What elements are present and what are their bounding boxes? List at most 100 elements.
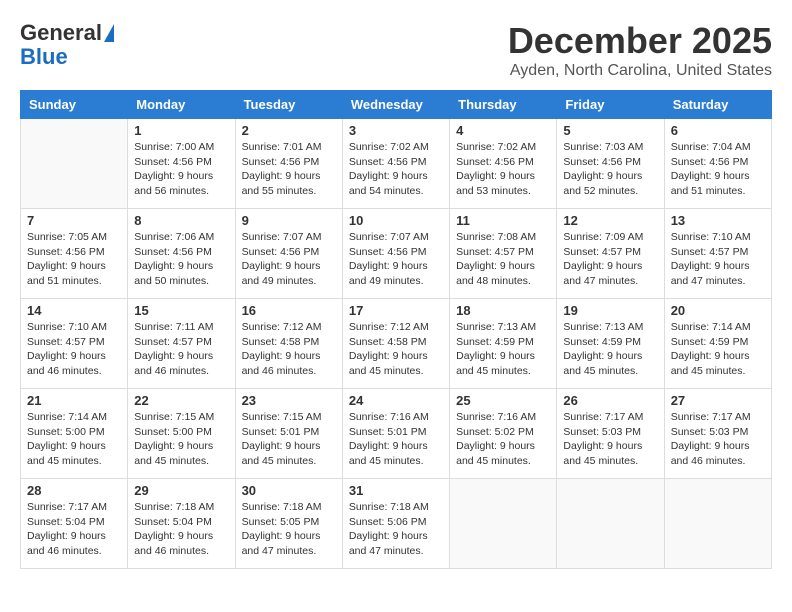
calendar-cell: 15 Sunrise: 7:11 AMSunset: 4:57 PMDayligh…	[128, 299, 235, 389]
calendar-cell: 16 Sunrise: 7:12 AMSunset: 4:58 PMDayligh…	[235, 299, 342, 389]
day-info: Sunrise: 7:03 AMSunset: 4:56 PMDaylight:…	[563, 140, 657, 199]
calendar-cell	[21, 119, 128, 209]
day-info: Sunrise: 7:16 AMSunset: 5:02 PMDaylight:…	[456, 410, 550, 469]
day-number: 2	[242, 123, 336, 138]
calendar-cell: 27 Sunrise: 7:17 AMSunset: 5:03 PMDayligh…	[664, 389, 771, 479]
day-info: Sunrise: 7:12 AMSunset: 4:58 PMDaylight:…	[242, 320, 336, 379]
day-info: Sunrise: 7:06 AMSunset: 4:56 PMDaylight:…	[134, 230, 228, 289]
calendar-cell: 10 Sunrise: 7:07 AMSunset: 4:56 PMDayligh…	[342, 209, 449, 299]
day-info: Sunrise: 7:16 AMSunset: 5:01 PMDaylight:…	[349, 410, 443, 469]
calendar-cell: 21Sunrise: 7:14 AMSunset: 5:00 PMDayligh…	[21, 389, 128, 479]
day-number: 27	[671, 393, 765, 408]
day-info: Sunrise: 7:10 AMSunset: 4:57 PMDaylight:…	[671, 230, 765, 289]
calendar-header-thursday: Thursday	[450, 91, 557, 119]
day-info: Sunrise: 7:17 AMSunset: 5:03 PMDaylight:…	[563, 410, 657, 469]
day-number: 11	[456, 213, 550, 228]
calendar-cell: 26Sunrise: 7:17 AMSunset: 5:03 PMDayligh…	[557, 389, 664, 479]
day-info: Sunrise: 7:10 AMSunset: 4:57 PMDaylight:…	[27, 320, 121, 379]
day-info: Sunrise: 7:13 AMSunset: 4:59 PMDaylight:…	[563, 320, 657, 379]
calendar-cell: 8 Sunrise: 7:06 AMSunset: 4:56 PMDaylight…	[128, 209, 235, 299]
day-info: Sunrise: 7:01 AMSunset: 4:56 PMDaylight:…	[242, 140, 336, 199]
logo: General Blue	[20, 20, 114, 68]
day-number: 6	[671, 123, 765, 138]
calendar-cell	[450, 479, 557, 569]
calendar-header-saturday: Saturday	[664, 91, 771, 119]
calendar-cell: 24 Sunrise: 7:16 AMSunset: 5:01 PMDayligh…	[342, 389, 449, 479]
day-info: Sunrise: 7:15 AMSunset: 5:00 PMDaylight:…	[134, 410, 228, 469]
day-info: Sunrise: 7:00 AMSunset: 4:56 PMDaylight:…	[134, 140, 228, 199]
day-number: 12	[563, 213, 657, 228]
logo-triangle-icon	[104, 24, 114, 42]
calendar-cell: 7 Sunrise: 7:05 AMSunset: 4:56 PMDaylight…	[21, 209, 128, 299]
day-number: 24	[349, 393, 443, 408]
day-number: 17	[349, 303, 443, 318]
day-info: Sunrise: 7:18 AMSunset: 5:06 PMDaylight:…	[349, 500, 443, 559]
calendar-cell: 29Sunrise: 7:18 AMSunset: 5:04 PMDayligh…	[128, 479, 235, 569]
day-number: 5	[563, 123, 657, 138]
calendar-header-sunday: Sunday	[21, 91, 128, 119]
day-info: Sunrise: 7:18 AMSunset: 5:05 PMDaylight:…	[242, 500, 336, 559]
calendar-header-friday: Friday	[557, 91, 664, 119]
day-number: 10	[349, 213, 443, 228]
day-info: Sunrise: 7:02 AMSunset: 4:56 PMDaylight:…	[349, 140, 443, 199]
day-info: Sunrise: 7:15 AMSunset: 5:01 PMDaylight:…	[242, 410, 336, 469]
day-number: 16	[242, 303, 336, 318]
title-section: December 2025 Ayden, North Carolina, Uni…	[508, 20, 772, 80]
day-info: Sunrise: 7:09 AMSunset: 4:57 PMDaylight:…	[563, 230, 657, 289]
calendar-cell: 23 Sunrise: 7:15 AMSunset: 5:01 PMDayligh…	[235, 389, 342, 479]
calendar-cell: 20Sunrise: 7:14 AMSunset: 4:59 PMDayligh…	[664, 299, 771, 389]
calendar-cell: 5 Sunrise: 7:03 AMSunset: 4:56 PMDaylight…	[557, 119, 664, 209]
calendar-table: SundayMondayTuesdayWednesdayThursdayFrid…	[20, 90, 772, 569]
calendar-cell: 28Sunrise: 7:17 AMSunset: 5:04 PMDayligh…	[21, 479, 128, 569]
day-number: 19	[563, 303, 657, 318]
calendar-cell: 3Sunrise: 7:02 AMSunset: 4:56 PMDaylight…	[342, 119, 449, 209]
day-info: Sunrise: 7:05 AMSunset: 4:56 PMDaylight:…	[27, 230, 121, 289]
logo-general-text: General	[20, 20, 102, 46]
location-text: Ayden, North Carolina, United States	[508, 62, 772, 80]
calendar-cell: 11 Sunrise: 7:08 AMSunset: 4:57 PMDayligh…	[450, 209, 557, 299]
day-info: Sunrise: 7:17 AMSunset: 5:03 PMDaylight:…	[671, 410, 765, 469]
day-info: Sunrise: 7:12 AMSunset: 4:58 PMDaylight:…	[349, 320, 443, 379]
calendar-cell	[557, 479, 664, 569]
day-info: Sunrise: 7:07 AMSunset: 4:56 PMDaylight:…	[349, 230, 443, 289]
month-title: December 2025	[508, 20, 772, 62]
day-number: 31	[349, 483, 443, 498]
day-info: Sunrise: 7:07 AMSunset: 4:56 PMDaylight:…	[242, 230, 336, 289]
calendar-cell: 2 Sunrise: 7:01 AMSunset: 4:56 PMDaylight…	[235, 119, 342, 209]
day-info: Sunrise: 7:08 AMSunset: 4:57 PMDaylight:…	[456, 230, 550, 289]
calendar-cell: 1 Sunrise: 7:00 AMSunset: 4:56 PMDaylight…	[128, 119, 235, 209]
day-number: 15	[134, 303, 228, 318]
calendar-cell: 14 Sunrise: 7:10 AMSunset: 4:57 PMDayligh…	[21, 299, 128, 389]
calendar-cell: 4Sunrise: 7:02 AMSunset: 4:56 PMDaylight…	[450, 119, 557, 209]
day-number: 14	[27, 303, 121, 318]
calendar-week-row: 28Sunrise: 7:17 AMSunset: 5:04 PMDayligh…	[21, 479, 772, 569]
logo-blue-text: Blue	[20, 46, 68, 68]
day-info: Sunrise: 7:14 AMSunset: 4:59 PMDaylight:…	[671, 320, 765, 379]
day-info: Sunrise: 7:18 AMSunset: 5:04 PMDaylight:…	[134, 500, 228, 559]
calendar-cell: 25 Sunrise: 7:16 AMSunset: 5:02 PMDayligh…	[450, 389, 557, 479]
day-number: 25	[456, 393, 550, 408]
calendar-header-monday: Monday	[128, 91, 235, 119]
day-number: 18	[456, 303, 550, 318]
page-header: General Blue December 2025 Ayden, North …	[20, 20, 772, 80]
day-number: 23	[242, 393, 336, 408]
day-info: Sunrise: 7:11 AMSunset: 4:57 PMDaylight:…	[134, 320, 228, 379]
calendar-week-row: 7 Sunrise: 7:05 AMSunset: 4:56 PMDaylight…	[21, 209, 772, 299]
day-number: 13	[671, 213, 765, 228]
calendar-cell: 31 Sunrise: 7:18 AMSunset: 5:06 PMDayligh…	[342, 479, 449, 569]
calendar-header-row: SundayMondayTuesdayWednesdayThursdayFrid…	[21, 91, 772, 119]
calendar-cell: 30 Sunrise: 7:18 AMSunset: 5:05 PMDayligh…	[235, 479, 342, 569]
day-info: Sunrise: 7:13 AMSunset: 4:59 PMDaylight:…	[456, 320, 550, 379]
day-number: 30	[242, 483, 336, 498]
day-number: 9	[242, 213, 336, 228]
day-number: 7	[27, 213, 121, 228]
day-number: 28	[27, 483, 121, 498]
calendar-cell: 19 Sunrise: 7:13 AMSunset: 4:59 PMDayligh…	[557, 299, 664, 389]
day-number: 8	[134, 213, 228, 228]
day-number: 21	[27, 393, 121, 408]
calendar-week-row: 1 Sunrise: 7:00 AMSunset: 4:56 PMDaylight…	[21, 119, 772, 209]
calendar-cell: 9 Sunrise: 7:07 AMSunset: 4:56 PMDaylight…	[235, 209, 342, 299]
calendar-week-row: 14 Sunrise: 7:10 AMSunset: 4:57 PMDayligh…	[21, 299, 772, 389]
day-number: 4	[456, 123, 550, 138]
day-number: 1	[134, 123, 228, 138]
